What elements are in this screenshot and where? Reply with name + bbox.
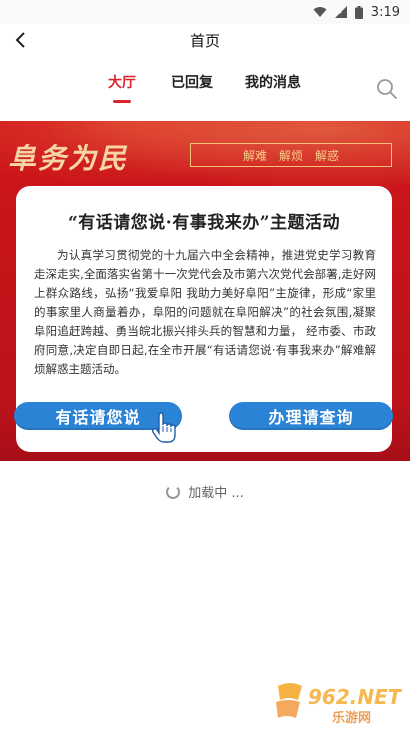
loading-text: 加载中 ... xyxy=(188,486,244,501)
signal-icon xyxy=(334,6,347,18)
search-icon xyxy=(377,79,397,99)
status-icons: 3:19 xyxy=(313,3,400,21)
hand-pointer-icon xyxy=(151,412,176,443)
status-bar: 3:19 xyxy=(0,0,410,24)
activity-title: “有话请您说·有事我来办”主题活动 xyxy=(68,213,340,233)
query-progress-button[interactable]: 办理请查询 xyxy=(229,402,393,430)
tab-hall[interactable]: 大厅 xyxy=(108,72,136,92)
banner-brand-title: 阜务为民 xyxy=(8,142,129,175)
tab-my-messages[interactable]: 我的消息 xyxy=(245,72,301,92)
banner-tag: 解难 xyxy=(242,148,267,163)
banner-tag: 解惑 xyxy=(315,148,340,163)
site-watermark-logo: 962.NET 乐游网 xyxy=(276,683,402,726)
activity-description: 为认真学习贯彻党的十九届六中全会精神，推进党史学习教育走深走实,全面落实省第十一… xyxy=(34,248,376,376)
banner-tag-box: 解难 解烦 解惑 xyxy=(190,143,392,167)
search-button[interactable] xyxy=(376,78,398,100)
active-tab-indicator xyxy=(113,100,131,103)
watermark-brand: 962.NET xyxy=(308,685,402,709)
app-header: 首页 xyxy=(0,24,410,56)
loading-indicator: 加载中 ... xyxy=(0,482,410,501)
watermark-sub: 乐游网 xyxy=(332,710,371,726)
tab-replied[interactable]: 已回复 xyxy=(171,72,213,92)
page-title: 首页 xyxy=(189,32,220,50)
status-time: 3:19 xyxy=(370,4,400,20)
tab-bar: 大厅 已回复 我的消息 xyxy=(0,66,410,112)
spinner-icon xyxy=(166,484,181,499)
wifi-icon xyxy=(313,7,327,17)
banner-tag: 解烦 xyxy=(278,148,303,163)
battery-icon xyxy=(354,5,363,19)
